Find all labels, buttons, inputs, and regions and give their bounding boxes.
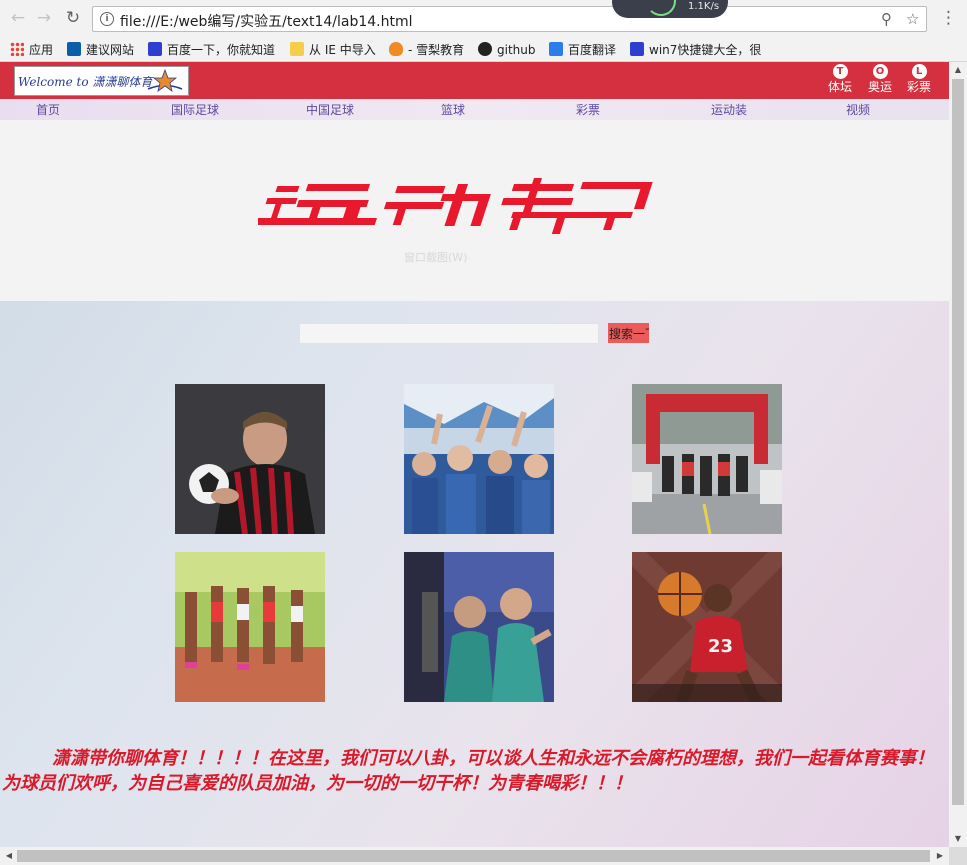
t-circle-icon: T: [832, 64, 848, 79]
bookmark-label: win7快捷键大全，很: [649, 43, 762, 57]
nav-item-home[interactable]: 首页: [36, 101, 60, 118]
more-menu-icon[interactable]: ⋮: [940, 8, 957, 28]
horizontal-scroll-thumb[interactable]: [17, 850, 930, 862]
bookmark-baidu[interactable]: 百度一下，你就知道: [148, 41, 275, 59]
github-icon: [478, 42, 492, 56]
team-icon: [404, 552, 554, 702]
cyclists-photo[interactable]: [632, 384, 782, 534]
back-arrow-icon[interactable]: ←: [8, 8, 28, 28]
bing-icon: [67, 42, 81, 56]
basketball-icon: 23: [632, 552, 782, 702]
bookmark-label: 应用: [29, 43, 54, 57]
o-circle-icon: O: [872, 64, 888, 79]
scroll-left-arrow-icon[interactable]: ◀: [0, 848, 18, 864]
bookmark-github[interactable]: github: [478, 41, 535, 59]
browser-toolbar: ← → ↻ i file:///E:/web编写/实验五/text14/lab1…: [0, 0, 967, 38]
fans-photo[interactable]: [404, 384, 554, 534]
runners-photo[interactable]: [175, 552, 325, 702]
basketball-player-photo[interactable]: 23: [632, 552, 782, 702]
soccer-player-icon: [175, 384, 325, 534]
logo-text: Welcome to 潇潇聊体育: [18, 75, 153, 89]
url-text[interactable]: file:///E:/web编写/实验五/text14/lab14.html: [120, 11, 413, 31]
team-celebration-photo[interactable]: [404, 552, 554, 702]
hero-banner: 窗口截图(W): [0, 120, 949, 301]
nav-item-basketball[interactable]: 篮球: [441, 101, 465, 118]
page-viewport: Welcome to 潇潇聊体育 T 体坛 O 奥运 L 彩票 首页 国际足球 …: [0, 62, 949, 847]
vertical-scrollbar[interactable]: ▲ ▼: [949, 62, 967, 847]
scroll-down-arrow-icon[interactable]: ▼: [949, 831, 967, 847]
bookmark-xueli[interactable]: - 雪梨教育: [389, 41, 464, 59]
nav-item-intl-football[interactable]: 国际足球: [171, 101, 219, 118]
baidu-paw-icon: [630, 42, 644, 56]
top-link-caipiao[interactable]: L 彩票: [902, 64, 936, 95]
nav-item-lottery[interactable]: 彩票: [576, 101, 600, 118]
top-link-label: 体坛: [827, 80, 852, 94]
address-bar[interactable]: i file:///E:/web编写/实验五/text14/lab14.html…: [92, 6, 927, 32]
bookmark-label: 百度一下，你就知道: [167, 43, 276, 57]
nav-item-cn-football[interactable]: 中国足球: [306, 101, 354, 118]
flame-icon: [389, 42, 403, 56]
bookmark-ie-import[interactable]: 从 IE 中导入: [290, 41, 376, 59]
footballer-photo[interactable]: [175, 384, 325, 534]
crowd-icon: [404, 384, 554, 534]
network-speed-widget: 1.1K/s: [612, 0, 728, 18]
top-link-aoyun[interactable]: O 奥运: [863, 64, 897, 95]
speed-ring-icon: [646, 0, 676, 16]
screenshot-hint-text: 窗口截图(W): [404, 251, 468, 264]
bookmark-win7-shortcuts[interactable]: win7快捷键大全，很: [630, 41, 761, 59]
top-link-label: 彩票: [906, 80, 931, 94]
folder-icon: [290, 42, 304, 56]
zoom-icon[interactable]: ⚲: [881, 10, 892, 28]
bookmark-label: 百度翻译: [568, 43, 617, 57]
forward-arrow-icon[interactable]: →: [34, 8, 54, 28]
apps-grid-icon: [10, 42, 24, 56]
nav-item-video[interactable]: 视频: [846, 101, 870, 118]
network-speed-text: 1.1K/s: [688, 1, 720, 12]
bicycle-race-icon: [632, 384, 782, 534]
star-bookmark-icon[interactable]: ☆: [906, 10, 919, 28]
horizontal-scrollbar[interactable]: ◀ ▶: [0, 847, 949, 865]
jersey-number-23: 23: [708, 636, 733, 657]
vertical-scroll-thumb[interactable]: [952, 79, 964, 805]
intro-paragraph: 潇潇带你聊体育！！！！！在这里，我们可以八卦，可以谈人生和永远不会腐朽的理想，我…: [2, 748, 934, 794]
site-logo[interactable]: Welcome to 潇潇聊体育: [14, 66, 189, 96]
site-header: Welcome to 潇潇聊体育 T 体坛 O 奥运 L 彩票: [0, 62, 949, 99]
scroll-right-arrow-icon[interactable]: ▶: [931, 848, 949, 864]
scrollbar-corner: [949, 847, 967, 865]
scroll-up-arrow-icon[interactable]: ▲: [949, 62, 967, 78]
l-circle-icon: L: [911, 64, 927, 79]
bookmarks-bar: 应用 建议网站 百度一下，你就知道 从 IE 中导入 - 雪梨教育 github…: [0, 38, 967, 62]
banner-logo: [258, 178, 653, 234]
bookmark-baidu-translate[interactable]: 百度翻译: [549, 41, 616, 59]
bookmark-suggested-sites[interactable]: 建议网站: [67, 41, 134, 59]
top-link-label: 奥运: [867, 80, 892, 94]
bookmark-label: 从 IE 中导入: [309, 43, 376, 57]
bookmark-apps[interactable]: 应用: [10, 41, 53, 59]
track-runners-icon: [175, 552, 325, 702]
bookmark-label: github: [497, 43, 536, 57]
star-emblem-icon: [147, 68, 183, 92]
bookmark-label: - 雪梨教育: [408, 43, 465, 57]
bookmark-label: 建议网站: [86, 43, 135, 57]
search-input[interactable]: [299, 323, 599, 344]
translate-icon: [549, 42, 563, 56]
info-icon[interactable]: i: [100, 12, 114, 26]
top-link-tiyu[interactable]: T 体坛: [823, 64, 857, 95]
nav-item-sportswear[interactable]: 运动装: [711, 101, 747, 118]
reload-icon[interactable]: ↻: [63, 8, 83, 28]
main-nav: 首页 国际足球 中国足球 篮球 彩票 运动装 视频: [0, 99, 949, 120]
baidu-paw-icon: [148, 42, 162, 56]
search-button[interactable]: 搜索一下: [608, 323, 649, 343]
